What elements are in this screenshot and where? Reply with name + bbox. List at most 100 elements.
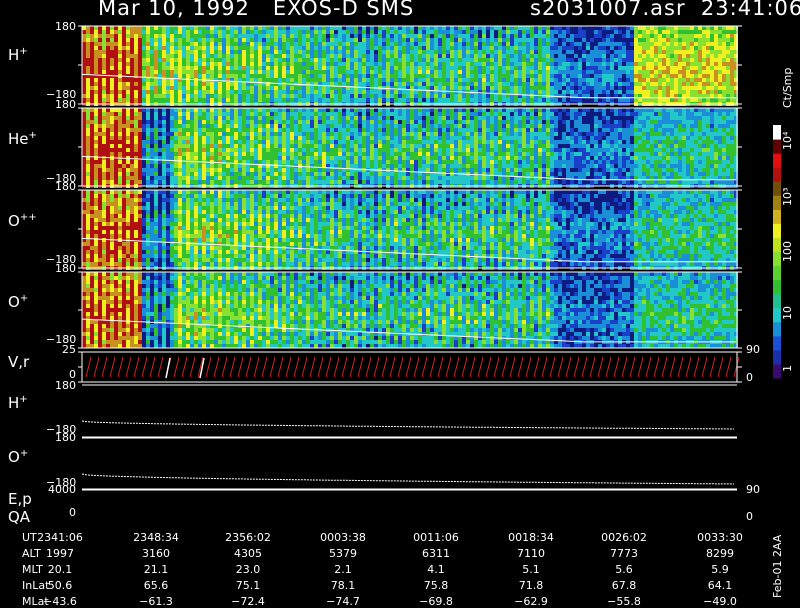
heatmap-cell [226,120,230,124]
heatmap-cell [522,38,526,42]
heatmap-cell [302,140,306,144]
heatmap-cell [230,124,234,128]
heatmap-cell [454,38,458,42]
heatmap-cell [314,160,318,164]
heatmap-cell [174,112,178,116]
heatmap-cell [146,172,150,176]
heatmap-cell [82,140,86,144]
heatmap-cell [254,90,258,94]
heatmap-cell [98,74,102,78]
heatmap-cell [718,66,722,70]
heatmap-cell [458,86,462,90]
heatmap-cell [262,124,266,128]
heatmap-cell [390,136,394,140]
heatmap-cell [134,42,138,46]
heatmap-cell [186,62,190,66]
heatmap-cell [278,46,282,50]
heatmap-cell [670,54,674,58]
heatmap-cell [246,90,250,94]
heatmap-cell [330,74,334,78]
heatmap-cell [118,136,122,140]
heatmap-cell [238,62,242,66]
heatmap-cell [518,66,522,70]
heatmap-cell [178,144,182,148]
heatmap-cell [402,62,406,66]
heatmap-cell [86,160,90,164]
heatmap-cell [246,62,250,66]
heatmap-cell [138,82,142,86]
heatmap-cell [238,120,242,124]
heatmap-cell [326,62,330,66]
heatmap-cell [350,46,354,50]
heatmap-cell [674,58,678,62]
heatmap-cell [506,38,510,42]
heatmap-cell [362,180,366,184]
heatmap-cell [434,82,438,86]
heatmap-cell [210,66,214,70]
heatmap-cell [458,50,462,54]
heatmap-cell [422,42,426,46]
heatmap-cell [442,58,446,62]
heatmap-cell [154,160,158,164]
heatmap-cell [234,38,238,42]
heatmap-cell [182,54,186,58]
heatmap-cell [406,164,410,168]
heatmap-cell [290,38,294,42]
heatmap-cell [286,160,290,164]
heatmap-cell [238,98,242,102]
heatmap-cell [330,124,334,128]
heatmap-cell [254,136,258,140]
heatmap-cell [306,132,310,136]
heatmap-cell [598,62,602,66]
heatmap-cell [702,54,706,58]
heatmap-cell [462,82,466,86]
heatmap-cell [266,86,270,90]
heatmap-cell [82,70,86,74]
heatmap-cell [122,70,126,74]
heatmap-cell [554,30,558,34]
heatmap-cell [446,70,450,74]
heatmap-cell [190,42,194,46]
heatmap-cell [374,58,378,62]
heatmap-cell [370,50,374,54]
heatmap-cell [230,58,234,62]
heatmap-cell [178,30,182,34]
heatmap-cell [274,78,278,82]
heatmap-cell [170,38,174,42]
heatmap-cell [446,90,450,94]
heatmap-cell [278,94,282,98]
heatmap-cell [186,82,190,86]
heatmap-cell [358,42,362,46]
heatmap-cell [90,50,94,54]
heatmap-cell [590,66,594,70]
heatmap-cell [322,140,326,144]
heatmap-cell [254,62,258,66]
heatmap-cell [442,112,446,116]
heatmap-cell [278,38,282,42]
heatmap-cell [650,42,654,46]
heatmap-cell [94,112,98,116]
heatmap-cell [414,50,418,54]
heatmap-cell [110,54,114,58]
heatmap-cell [610,26,614,30]
heatmap-cell [362,124,366,128]
heatmap-cell [270,46,274,50]
heatmap-cell [290,112,294,116]
heatmap-cell [614,90,618,94]
heatmap-cell [414,144,418,148]
heatmap-cell [574,98,578,102]
heatmap-cell [462,34,466,38]
heatmap-cell [262,86,266,90]
heatmap-cell [526,30,530,34]
heatmap-cell [258,108,262,112]
heatmap-cell [226,66,230,70]
heatmap-cell [338,136,342,140]
heatmap-cell [106,120,110,124]
heatmap-cell [282,152,286,156]
heatmap-cell [462,42,466,46]
heatmap-cell [694,74,698,78]
heatmap-cell [202,34,206,38]
heatmap-cell [710,42,714,46]
heatmap-cell [86,90,90,94]
heatmap-cell [102,168,106,172]
